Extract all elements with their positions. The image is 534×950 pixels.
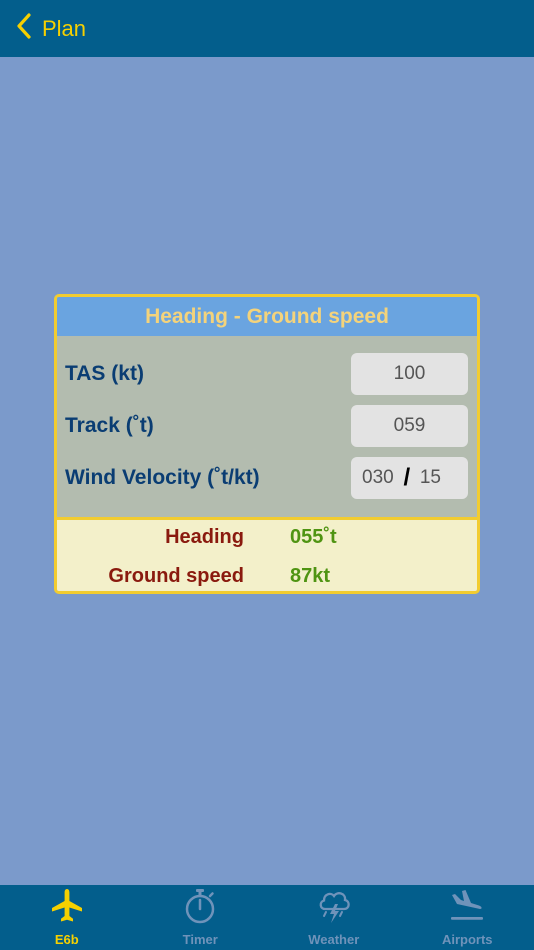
card-title: Heading - Ground speed <box>57 297 477 336</box>
tab-timer[interactable]: Timer <box>134 885 268 950</box>
tab-timer-label: Timer <box>182 932 218 947</box>
wind-velocity-row: Wind Velocity (˚t/kt) 030 / 15 <box>57 457 477 499</box>
tas-input[interactable]: 100 <box>351 353 468 395</box>
back-button-label: Plan <box>42 15 87 41</box>
results-panel: Heading 055˚t Ground speed 87kt <box>57 517 477 591</box>
stopwatch-icon <box>182 887 218 932</box>
wind-separator: / <box>403 464 411 491</box>
track-row: Track (˚t) 059 <box>57 405 477 447</box>
ground-speed-result-label: Ground speed <box>108 565 244 587</box>
plane-landing-icon <box>449 887 485 932</box>
heading-result-label: Heading <box>165 526 244 548</box>
tab-airports[interactable]: Airports <box>401 885 534 950</box>
tas-label: TAS (kt) <box>65 362 144 385</box>
airplane-icon <box>49 887 85 932</box>
wind-speed-value[interactable]: 15 <box>420 467 441 489</box>
chevron-left-icon <box>16 13 32 44</box>
ground-speed-result-value: 87kt <box>290 565 331 587</box>
tab-airports-label: Airports <box>441 932 493 947</box>
tab-e6b[interactable]: E6b <box>0 885 134 950</box>
wind-velocity-label: Wind Velocity (˚t/kt) <box>65 466 260 489</box>
track-input[interactable]: 059 <box>351 405 468 447</box>
wind-direction-value[interactable]: 030 <box>362 467 394 489</box>
tab-e6b-label: E6b <box>54 932 79 947</box>
back-button[interactable]: Plan <box>16 13 86 44</box>
heading-result-value: 055˚t <box>290 526 337 548</box>
tab-bar: E6b Timer Weather Airports <box>0 885 534 950</box>
navigation-bar: Plan <box>0 0 534 57</box>
storm-cloud-icon <box>316 887 352 932</box>
tas-row: TAS (kt) 100 <box>57 353 477 395</box>
tab-weather-label: Weather <box>308 932 360 947</box>
heading-ground-speed-card: Heading - Ground speed TAS (kt) 100 Trac… <box>54 294 480 594</box>
wind-velocity-input[interactable]: 030 / 15 <box>351 457 468 499</box>
tab-weather[interactable]: Weather <box>267 885 401 950</box>
track-label: Track (˚t) <box>65 414 154 437</box>
